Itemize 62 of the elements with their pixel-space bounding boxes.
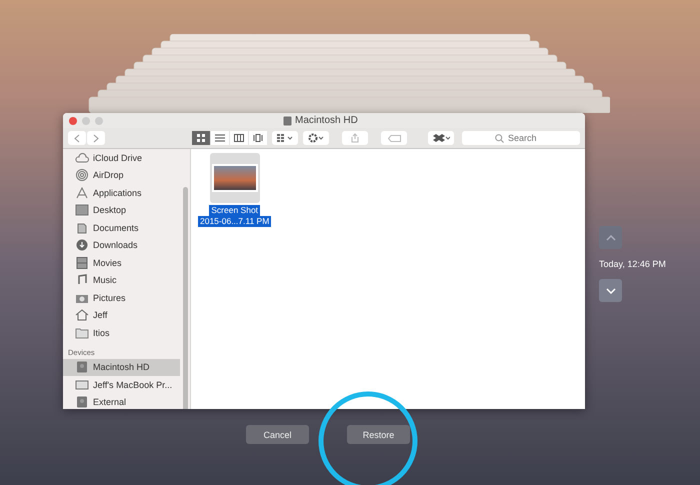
sidebar-item[interactable]: Movies	[63, 254, 190, 272]
airdrop-icon	[75, 169, 89, 182]
folder-icon	[75, 326, 89, 339]
share-button[interactable]	[342, 131, 368, 145]
file-item[interactable]: Screen Shot 2015-06...7.11 PM	[198, 153, 272, 227]
arrange-button[interactable]	[272, 131, 298, 145]
photo-placeholder	[212, 164, 258, 192]
up-arrow-button[interactable]	[599, 226, 622, 249]
apps-icon	[75, 186, 89, 199]
chevron-right-icon	[93, 134, 99, 142]
chevron-up-icon	[606, 234, 616, 240]
drive-icon	[75, 396, 89, 408]
scrollbar[interactable]	[183, 187, 188, 409]
list-icon	[215, 134, 225, 142]
sidebar-item[interactable]: Macintosh HD	[63, 358, 180, 376]
back-button[interactable]	[68, 131, 86, 145]
drive-icon	[75, 361, 89, 374]
close-button[interactable]	[69, 116, 77, 124]
window-title: Macintosh HD	[295, 115, 358, 126]
sidebar-item[interactable]: External	[63, 394, 190, 409]
columns-view-button[interactable]	[230, 131, 248, 145]
sidebar-item[interactable]: Music	[63, 272, 190, 289]
sidebar-item[interactable]: Desktop	[63, 202, 190, 219]
laptop-icon	[75, 378, 89, 391]
home-icon	[75, 309, 89, 322]
down-arrow-button[interactable]	[599, 279, 622, 302]
file-name: Screen Shot	[209, 205, 260, 216]
doc-icon	[75, 222, 89, 234]
forward-button[interactable]	[87, 131, 105, 145]
sidebar-item[interactable]: Jeff	[63, 306, 190, 324]
gear-caret-icon	[308, 133, 324, 143]
grid-caret-icon	[276, 134, 294, 142]
sidebar-item[interactable]: iCloud Drive	[63, 149, 190, 166]
columns-icon	[234, 134, 244, 142]
sidebar-item[interactable]: Itios	[63, 324, 190, 342]
desktop-icon	[75, 204, 89, 216]
coverflow-view-button[interactable]	[249, 131, 267, 145]
chevron-down-icon	[606, 288, 616, 294]
cloud-icon	[75, 152, 89, 164]
coverflow-icon	[253, 134, 263, 142]
sidebar-item[interactable]: Jeff's MacBook Pr...	[63, 376, 190, 394]
file-name: 2015-06...7.11 PM	[198, 216, 272, 227]
timeline-label: Today, 12:46 PM	[599, 259, 666, 269]
tag-button[interactable]	[381, 131, 407, 145]
restore-button[interactable]: Restore	[347, 425, 410, 444]
grid-icon	[196, 134, 206, 142]
sidebar-item[interactable]: Applications	[63, 184, 190, 202]
sidebar-item[interactable]: Downloads	[63, 236, 190, 254]
search-icon	[495, 134, 504, 143]
sidebar-item[interactable]: AirDrop	[63, 166, 190, 184]
search-field[interactable]: Search	[462, 131, 580, 145]
film-icon	[75, 256, 89, 269]
sidebar-item[interactable]: Pictures	[63, 289, 190, 306]
list-view-button[interactable]	[211, 131, 229, 145]
cancel-button[interactable]: Cancel	[246, 425, 309, 444]
chevron-left-icon	[74, 134, 80, 142]
tag-icon	[388, 134, 400, 142]
download-icon	[75, 239, 89, 252]
action-button[interactable]	[303, 131, 329, 145]
icons-view-button[interactable]	[192, 131, 210, 145]
share-icon	[351, 133, 359, 143]
sidebar-item[interactable]: Documents	[63, 219, 190, 236]
